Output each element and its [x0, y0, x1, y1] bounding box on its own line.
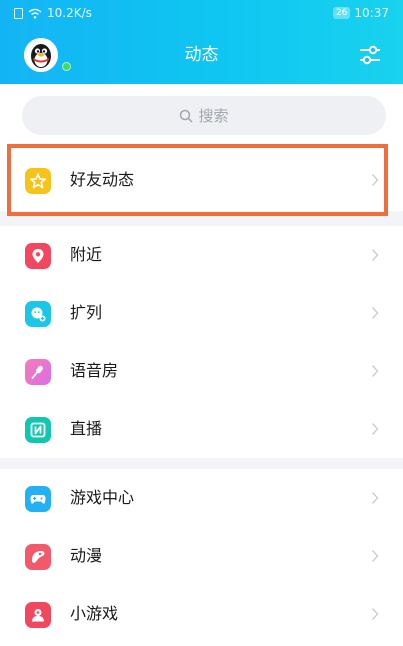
- network-speed: 10.2K/s: [47, 6, 92, 20]
- avatar[interactable]: [24, 38, 58, 72]
- list-item-label: 好友动态: [70, 170, 135, 189]
- sliders-icon: [360, 45, 380, 65]
- chevron-right-icon: [372, 174, 379, 186]
- location-pin-icon: [25, 243, 51, 269]
- mini-game-icon: [25, 602, 51, 628]
- gamepad-icon: [25, 486, 51, 512]
- penguin-avatar-icon: [24, 38, 58, 72]
- list-item-mini-game[interactable]: 小游戏: [0, 585, 403, 643]
- search-section: 搜索: [0, 84, 403, 142]
- list-item-label: 游戏中心: [70, 488, 135, 507]
- chevron-right-icon: [372, 365, 379, 377]
- chevron-right-icon: [372, 608, 379, 620]
- list-item-label: 小游戏: [70, 604, 119, 623]
- list-item-label: 扩列: [70, 303, 103, 322]
- battery-indicator: 26: [332, 7, 351, 19]
- notification-icon: [14, 7, 23, 19]
- section-friends: 好友动态: [0, 151, 403, 209]
- chevron-right-icon: [372, 492, 379, 504]
- list-item-label: 直播: [70, 419, 103, 438]
- status-bar: 10.2K/s 26 10:37: [0, 0, 403, 26]
- online-status-dot: [62, 62, 71, 71]
- list-item-label: 动漫: [70, 546, 103, 565]
- list-item-live[interactable]: 直播: [0, 400, 403, 458]
- chevron-right-icon: [372, 550, 379, 562]
- section-divider: [0, 458, 403, 469]
- wifi-icon: [28, 8, 42, 19]
- page-title: 动态: [184, 45, 219, 65]
- list-item-label: 语音房: [70, 361, 119, 380]
- search-icon: [180, 109, 194, 123]
- microphone-icon: [25, 359, 51, 385]
- settings-button[interactable]: [357, 42, 383, 68]
- list-item-expand[interactable]: 扩列: [0, 284, 403, 342]
- list-item-voice-room[interactable]: 语音房: [0, 342, 403, 400]
- chevron-right-icon: [372, 307, 379, 319]
- comic-icon: [25, 544, 51, 570]
- search-input[interactable]: 搜索: [22, 96, 386, 135]
- list-item-label: 附近: [70, 245, 103, 264]
- add-friend-icon: [25, 301, 51, 327]
- search-placeholder: 搜索: [198, 107, 229, 125]
- section-games: 游戏中心 动漫 小游戏: [0, 469, 403, 643]
- list-item-friend-feed[interactable]: 好友动态: [0, 151, 403, 209]
- section-social: 附近 扩列 语音房 直播: [0, 226, 403, 458]
- chevron-right-icon: [372, 249, 379, 261]
- star-icon: [25, 168, 51, 194]
- nav-bar: 动态: [0, 26, 403, 84]
- status-time: 10:37: [354, 6, 389, 20]
- list-item-game-center[interactable]: 游戏中心: [0, 469, 403, 527]
- header-bar: 10.2K/s 26 10:37 动态: [0, 0, 403, 84]
- list-item-anime[interactable]: 动漫: [0, 527, 403, 585]
- list-item-nearby[interactable]: 附近: [0, 226, 403, 284]
- chevron-right-icon: [372, 423, 379, 435]
- live-icon: [25, 417, 51, 443]
- section-divider: [0, 211, 403, 226]
